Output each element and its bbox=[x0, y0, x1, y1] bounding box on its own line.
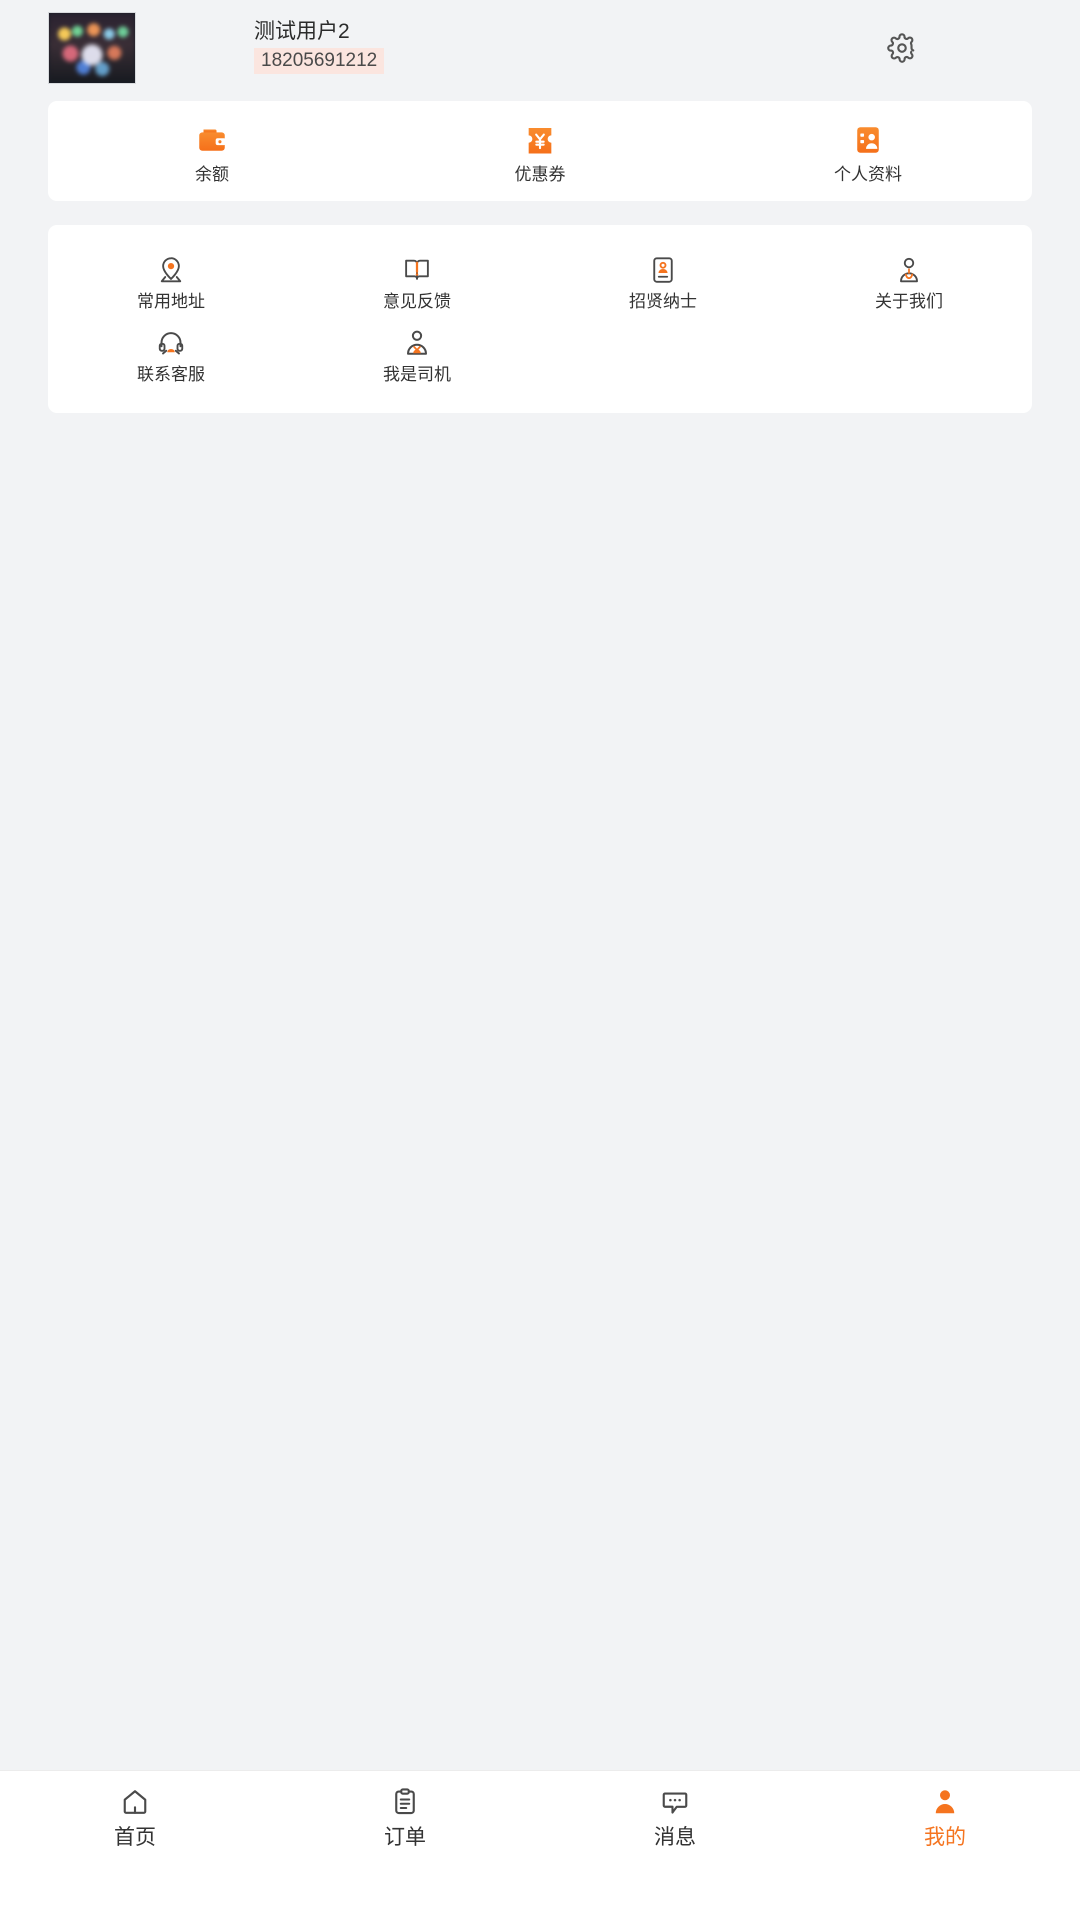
location-pin-icon bbox=[156, 255, 186, 285]
menu-item-support[interactable]: 联系客服 bbox=[48, 320, 294, 393]
menu-grid-card: 常用地址 意见反馈 招贤纳士 关于我们 联系客服 我是司机 bbox=[48, 225, 1032, 413]
menu-item-about[interactable]: 关于我们 bbox=[786, 247, 1032, 320]
menu-grid-empty-slot bbox=[786, 320, 1032, 393]
tab-label: 消息 bbox=[654, 1826, 696, 1849]
home-icon bbox=[120, 1787, 150, 1817]
menu-grid-row: 联系客服 我是司机 bbox=[48, 320, 1032, 393]
menu-item-recruitment[interactable]: 招贤纳士 bbox=[540, 247, 786, 320]
tab-messages[interactable]: 消息 bbox=[540, 1787, 810, 1848]
menu-item-feedback[interactable]: 意见反馈 bbox=[294, 247, 540, 320]
phone-badge: 18205691212 bbox=[254, 47, 385, 75]
bottom-tabbar: 首页 订单 消息 我的 bbox=[0, 1770, 1080, 1920]
menu-grid-empty-slot bbox=[540, 320, 786, 393]
gear-icon bbox=[887, 32, 917, 63]
order-icon bbox=[390, 1787, 420, 1817]
tab-label: 首页 bbox=[114, 1826, 156, 1849]
id-card-icon bbox=[851, 123, 885, 157]
menu-item-label: 关于我们 bbox=[875, 292, 943, 311]
menu-item-label: 我是司机 bbox=[383, 365, 451, 384]
avatar[interactable] bbox=[48, 11, 136, 84]
quick-action-label: 优惠券 bbox=[514, 165, 566, 184]
headset-icon bbox=[156, 328, 186, 358]
resume-icon bbox=[648, 255, 678, 285]
menu-grid-row: 常用地址 意见反馈 招贤纳士 关于我们 bbox=[48, 247, 1032, 320]
quick-action-balance[interactable]: 余额 bbox=[48, 123, 376, 183]
tab-orders[interactable]: 订单 bbox=[270, 1787, 540, 1848]
menu-item-label: 招贤纳士 bbox=[629, 292, 697, 311]
quick-actions-card: 余额 优惠券 个人资料 bbox=[48, 101, 1032, 201]
quick-action-label: 余额 bbox=[195, 165, 229, 184]
message-icon bbox=[660, 1787, 690, 1817]
quick-action-profile[interactable]: 个人资料 bbox=[704, 123, 1032, 183]
driver-icon bbox=[402, 328, 432, 358]
wallet-icon bbox=[195, 123, 229, 157]
coupon-icon bbox=[523, 123, 557, 157]
username: 测试用户2 bbox=[254, 19, 350, 43]
tab-home[interactable]: 首页 bbox=[0, 1787, 270, 1848]
profile-header: 测试用户2 18205691212 bbox=[0, 0, 1080, 95]
tab-label: 我的 bbox=[924, 1826, 966, 1849]
quick-action-label: 个人资料 bbox=[834, 165, 902, 184]
menu-item-driver[interactable]: 我是司机 bbox=[294, 320, 540, 393]
header-text-block: 测试用户2 18205691212 bbox=[254, 19, 385, 75]
menu-item-address[interactable]: 常用地址 bbox=[48, 247, 294, 320]
quick-action-coupon[interactable]: 优惠券 bbox=[376, 123, 704, 183]
menu-item-label: 意见反馈 bbox=[383, 292, 451, 311]
tab-profile[interactable]: 我的 bbox=[810, 1787, 1080, 1848]
profile-screen: 测试用户2 18205691212 余额 优惠券 个人资料 常用地址 意见反馈 … bbox=[0, 0, 1080, 1920]
content-filler bbox=[0, 413, 1080, 1770]
people-icon bbox=[894, 255, 924, 285]
menu-item-label: 常用地址 bbox=[137, 292, 205, 311]
avatar-image bbox=[49, 12, 135, 83]
profile-icon bbox=[930, 1787, 960, 1817]
tab-label: 订单 bbox=[384, 1826, 426, 1849]
settings-button[interactable] bbox=[880, 26, 924, 70]
open-book-icon bbox=[402, 255, 432, 285]
menu-item-label: 联系客服 bbox=[137, 365, 205, 384]
